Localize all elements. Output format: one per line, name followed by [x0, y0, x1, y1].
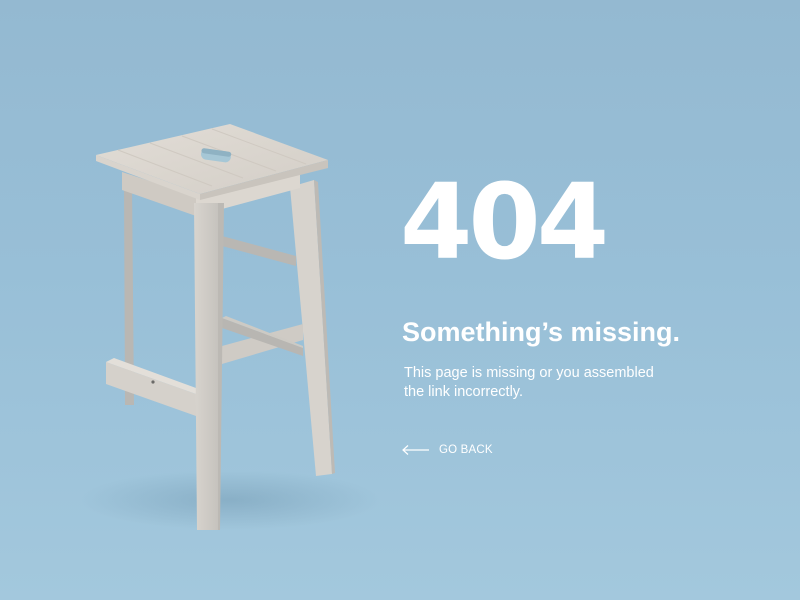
error-page: 404 Something’s missing. This page is mi…: [0, 0, 800, 600]
arrow-left-icon: [402, 445, 429, 455]
stool-image: [80, 124, 380, 530]
error-message: This page is missing or you assembled th…: [404, 365, 654, 400]
error-code: 404: [400, 161, 609, 283]
error-headline: Something’s missing.: [402, 317, 681, 347]
go-back-link[interactable]: GO BACK: [402, 441, 493, 459]
go-back-label: GO BACK: [439, 444, 493, 456]
